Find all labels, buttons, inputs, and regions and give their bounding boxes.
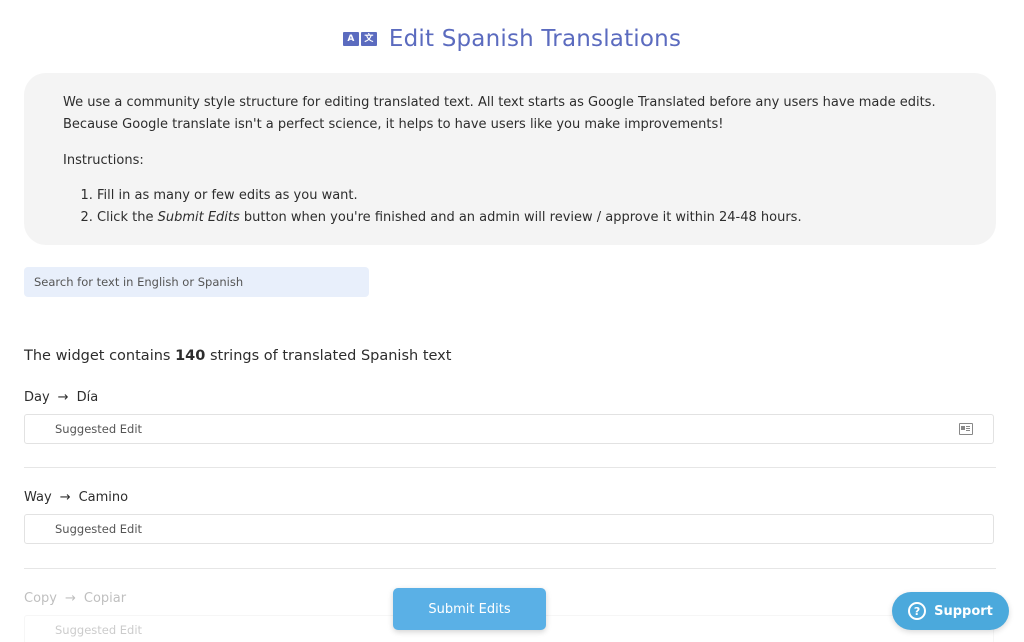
- translation-entry: Day → Día: [24, 388, 996, 444]
- support-label: Support: [934, 603, 993, 619]
- suggested-edit-input[interactable]: [55, 422, 963, 436]
- suggested-edit-field[interactable]: [24, 514, 994, 544]
- page-header: A 文 Edit Spanish Translations: [0, 26, 1024, 52]
- page-title: Edit Spanish Translations: [388, 26, 682, 52]
- instructions-panel: We use a community style structure for e…: [24, 73, 996, 245]
- strings-count: 140: [175, 348, 206, 364]
- intro-text-line1: We use a community style structure for e…: [63, 95, 936, 110]
- spanish-text: Camino: [78, 489, 129, 505]
- translate-icon: A 文: [342, 32, 377, 46]
- intro-text-line2: Because Google translate isn't a perfect…: [63, 117, 724, 132]
- english-text: Day: [24, 389, 50, 405]
- search-input[interactable]: [24, 267, 369, 297]
- suggested-edit-input[interactable]: [55, 522, 963, 536]
- translation-pair: Way → Camino: [24, 488, 996, 506]
- spanish-text: Día: [76, 389, 99, 405]
- instructions-heading: Instructions:: [63, 153, 144, 168]
- translation-entry: Way → Camino: [24, 488, 996, 544]
- arrow-icon: →: [57, 389, 69, 405]
- submit-edits-button[interactable]: Submit Edits: [393, 588, 546, 630]
- instructions-list: Fill in as many or few edits as you want…: [63, 185, 996, 229]
- suggested-edit-field[interactable]: [24, 414, 994, 444]
- arrow-icon: →: [64, 590, 76, 606]
- divider: [24, 467, 996, 468]
- english-text: Way: [24, 489, 52, 505]
- instruction-step-2: Click the Submit Edits button when you'r…: [97, 207, 996, 229]
- divider: [24, 568, 996, 569]
- english-text: Copy: [24, 590, 57, 606]
- arrow-icon: →: [59, 489, 71, 505]
- instruction-step-1: Fill in as many or few edits as you want…: [97, 185, 996, 207]
- help-icon: ?: [908, 602, 927, 620]
- translation-pair: Day → Día: [24, 388, 996, 406]
- spanish-text: Copiar: [83, 590, 127, 606]
- contact-card-icon[interactable]: [959, 423, 973, 435]
- support-button[interactable]: ? Support: [892, 592, 1009, 630]
- strings-summary: The widget contains 140 strings of trans…: [24, 348, 452, 364]
